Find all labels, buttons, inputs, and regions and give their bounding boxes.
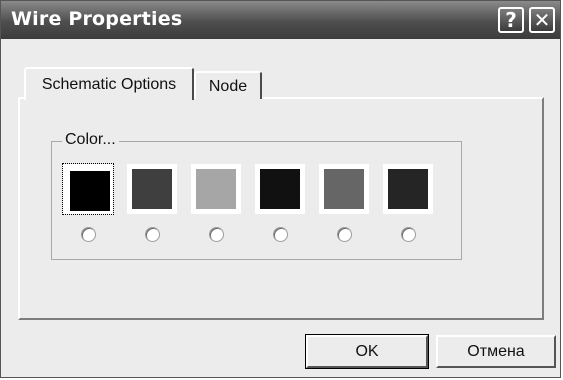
- color-radio-4[interactable]: [273, 227, 288, 242]
- color-radio-6[interactable]: [401, 227, 416, 242]
- swatch-fill: [132, 169, 172, 209]
- color-radio-1[interactable]: [81, 227, 96, 242]
- color-swatch-4[interactable]: [255, 164, 305, 214]
- swatch-fill: [260, 169, 300, 209]
- color-swatch-2[interactable]: [127, 164, 177, 214]
- color-radio-2[interactable]: [145, 227, 160, 242]
- tab-node[interactable]: Node: [194, 71, 262, 99]
- wire-properties-dialog: Wire Properties ? ✕ Schematic Options No…: [0, 0, 561, 378]
- help-button[interactable]: ?: [498, 7, 524, 33]
- color-swatch-6[interactable]: [383, 164, 433, 214]
- color-radio-3[interactable]: [209, 227, 224, 242]
- swatch-fill: [196, 169, 236, 209]
- swatch-fill: [70, 171, 110, 211]
- swatch-fill: [388, 169, 428, 209]
- swatch-fill: [324, 169, 364, 209]
- close-button[interactable]: ✕: [529, 7, 555, 33]
- color-swatch-5[interactable]: [319, 164, 369, 214]
- ok-button[interactable]: OK: [305, 334, 429, 369]
- cancel-button[interactable]: Отмена: [436, 335, 556, 368]
- dialog-title: Wire Properties: [11, 8, 183, 30]
- tab-schematic-options[interactable]: Schematic Options: [24, 67, 194, 100]
- color-radio-5[interactable]: [337, 227, 352, 242]
- color-swatch-3[interactable]: [191, 164, 241, 214]
- color-group-label: Color...: [62, 130, 119, 150]
- color-swatch-1[interactable]: [62, 163, 114, 215]
- title-bar[interactable]: Wire Properties ? ✕: [1, 1, 560, 39]
